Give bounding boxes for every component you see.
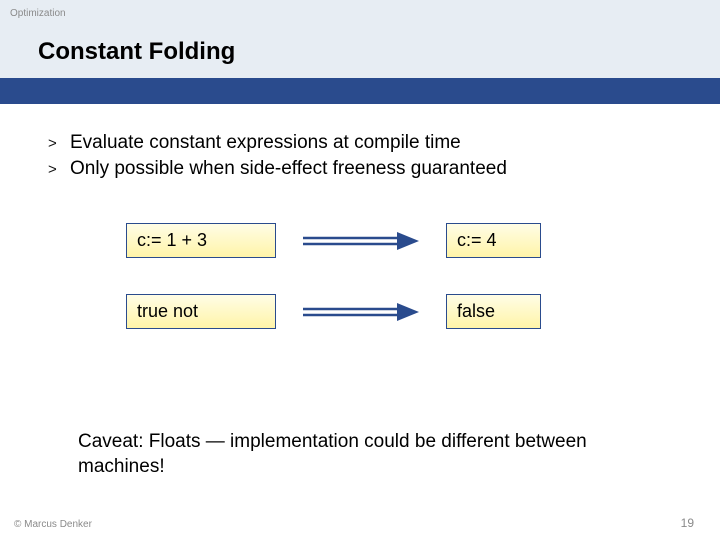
list-item: > Only possible when side-effect freenes… — [48, 156, 682, 182]
example-after-box: c:= 4 — [446, 223, 541, 258]
example-row: true not false — [126, 294, 682, 329]
arrow-icon — [276, 301, 446, 323]
example-before-box: true not — [126, 294, 276, 329]
example-after-box: false — [446, 294, 541, 329]
page-number: 19 — [681, 516, 694, 530]
bullet-text: Only possible when side-effect freeness … — [70, 156, 507, 182]
topic-label: Optimization — [10, 8, 66, 19]
content-area: > Evaluate constant expressions at compi… — [0, 104, 720, 329]
header-strip: Optimization Constant Folding — [0, 0, 720, 78]
angle-bullet-icon: > — [48, 134, 70, 154]
angle-bullet-icon: > — [48, 160, 70, 180]
example-row: c:= 1 + 3 c:= 4 — [126, 223, 682, 258]
bullet-list: > Evaluate constant expressions at compi… — [48, 130, 682, 181]
title-underline-bar — [0, 78, 720, 104]
page-title: Constant Folding — [38, 38, 235, 66]
example-before-box: c:= 1 + 3 — [126, 223, 276, 258]
bullet-text: Evaluate constant expressions at compile… — [70, 130, 461, 156]
list-item: > Evaluate constant expressions at compi… — [48, 130, 682, 156]
caveat-text: Caveat: Floats — implementation could be… — [78, 430, 638, 479]
copyright-label: © Marcus Denker — [14, 519, 92, 530]
examples-block: c:= 1 + 3 c:= 4 true not false — [126, 223, 682, 329]
arrow-icon — [276, 230, 446, 252]
